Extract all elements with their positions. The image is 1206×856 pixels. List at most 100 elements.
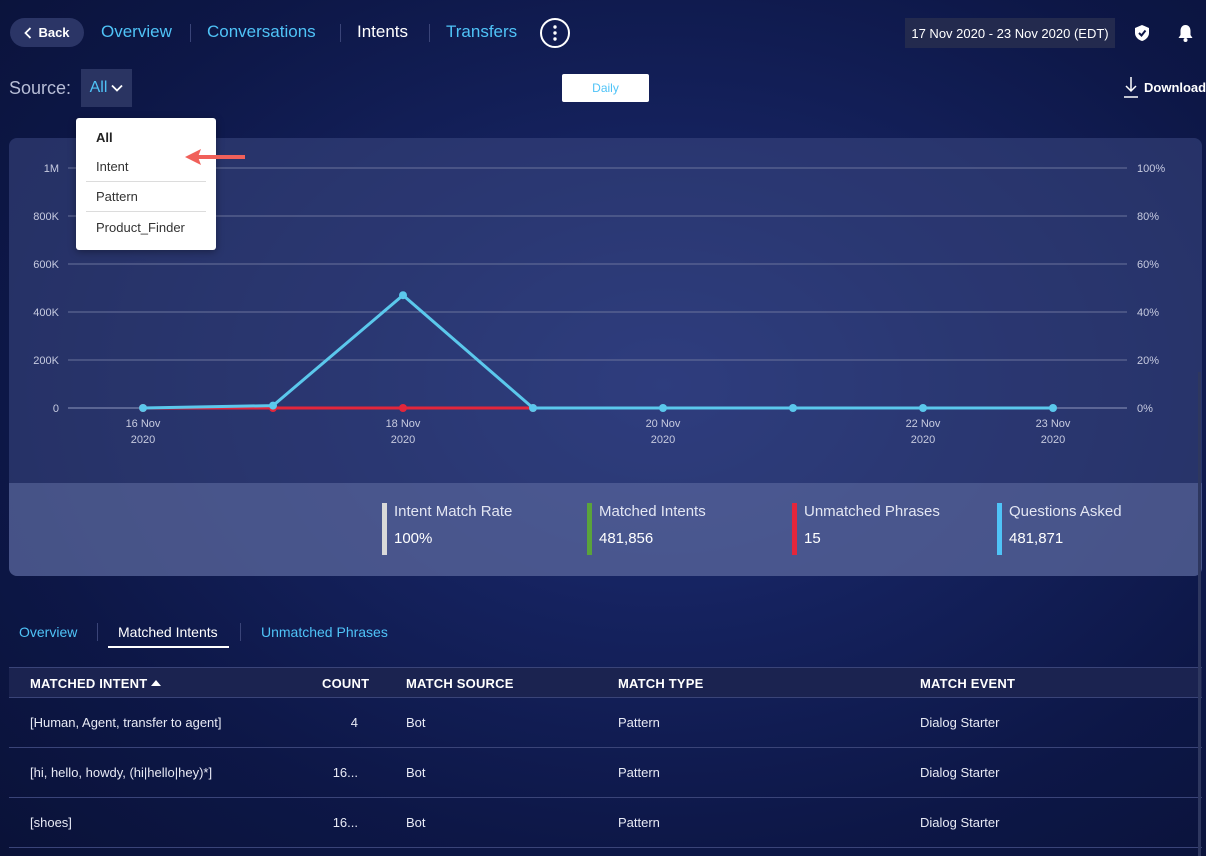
- data-point: [139, 404, 147, 412]
- stat-label: Matched Intents: [599, 503, 706, 520]
- subtab-matched-intents[interactable]: Matched Intents: [118, 624, 218, 640]
- table-row[interactable]: [hi, hello, howdy, (hi|hello|hey)*] 16..…: [9, 748, 1202, 798]
- source-dropdown-menu: All Intent Pattern Product_Finder: [76, 118, 216, 250]
- subtab-active-indicator: [108, 646, 229, 648]
- more-options-button[interactable]: [540, 18, 570, 48]
- cell-match-source: Bot: [406, 815, 426, 830]
- stat-value: 481,856: [599, 530, 654, 547]
- source-select-value: All: [89, 79, 108, 96]
- source-label: Source:: [9, 78, 72, 98]
- date-range-picker[interactable]: 17 Nov 2020 - 23 Nov 2020 (EDT): [905, 18, 1115, 48]
- vertical-ellipsis-icon: [553, 25, 557, 41]
- stat-label: Unmatched Phrases: [804, 503, 940, 520]
- y-tick-label-right: 60%: [1137, 259, 1159, 271]
- tab-transfers[interactable]: Transfers: [446, 22, 517, 42]
- column-header-match-type[interactable]: MATCH TYPE: [618, 676, 704, 691]
- y-tick-label-left: 400K: [33, 307, 59, 319]
- data-point: [399, 404, 407, 412]
- stat-unmatched-phrases: Unmatched Phrases 15: [792, 503, 940, 555]
- page-scrollbar[interactable]: [1198, 372, 1201, 856]
- column-header-count[interactable]: COUNT: [322, 676, 369, 691]
- cell-count: 4: [350, 715, 358, 730]
- cell-matched-intent: [Human, Agent, transfer to agent]: [30, 715, 222, 730]
- bell-icon[interactable]: [1177, 24, 1194, 42]
- cell-matched-intent: [hi, hello, howdy, (hi|hello|hey)*]: [30, 765, 213, 780]
- data-point: [789, 404, 797, 412]
- column-header-match-event[interactable]: MATCH EVENT: [920, 676, 1015, 691]
- x-tick-label: 2020: [911, 434, 935, 446]
- shield-icon[interactable]: [1133, 24, 1151, 42]
- x-tick-label: 16 Nov: [126, 418, 161, 430]
- data-point: [919, 404, 927, 412]
- nav-divider: [429, 24, 430, 42]
- cell-match-type: Pattern: [618, 815, 660, 830]
- download-icon: [1124, 77, 1138, 98]
- data-point: [529, 404, 537, 412]
- dropdown-option-pattern[interactable]: Pattern: [86, 182, 206, 212]
- cell-count: 16...: [332, 815, 358, 830]
- stat-color-bar: [792, 503, 797, 555]
- daily-toggle-button[interactable]: Daily: [562, 74, 649, 102]
- y-tick-label-left: 0: [53, 403, 59, 415]
- tab-intents[interactable]: Intents: [357, 22, 408, 42]
- cell-match-event: Dialog Starter: [920, 765, 1000, 780]
- cell-matched-intent: [shoes]: [30, 815, 72, 830]
- tab-overview[interactable]: Overview: [101, 22, 172, 42]
- x-tick-label: 2020: [131, 434, 155, 446]
- cell-match-type: Pattern: [618, 715, 660, 730]
- y-tick-label-left: 1M: [44, 163, 59, 175]
- cell-match-event: Dialog Starter: [920, 815, 1000, 830]
- stat-label: Questions Asked: [1009, 503, 1122, 520]
- data-point: [269, 401, 277, 410]
- table-row[interactable]: [shoes] 16... Bot Pattern Dialog Starter: [9, 798, 1202, 848]
- dropdown-option-product-finder[interactable]: Product_Finder: [86, 212, 206, 242]
- stat-intent-match-rate: Intent Match Rate 100%: [382, 503, 512, 555]
- stats-summary: Intent Match Rate 100% Matched Intents 4…: [9, 483, 1202, 576]
- stat-matched-intents: Matched Intents 481,856: [587, 503, 706, 555]
- stat-value: 481,871: [1009, 530, 1064, 547]
- nav-divider: [340, 24, 341, 42]
- matched-intents-table: MATCHED INTENT COUNT MATCH SOURCE MATCH …: [9, 667, 1202, 848]
- y-tick-label-right: 100%: [1137, 163, 1165, 175]
- y-tick-label-right: 40%: [1137, 307, 1159, 319]
- cell-match-source: Bot: [406, 715, 426, 730]
- x-tick-label: 2020: [1041, 434, 1065, 446]
- y-tick-label-right: 80%: [1137, 211, 1159, 223]
- subtab-divider: [240, 623, 241, 641]
- stat-value: 100%: [394, 530, 433, 547]
- stat-questions-asked: Questions Asked 481,871: [997, 503, 1122, 555]
- y-tick-label-left: 200K: [33, 355, 59, 367]
- subtab-unmatched-phrases[interactable]: Unmatched Phrases: [261, 624, 388, 640]
- source-select[interactable]: All: [81, 69, 132, 107]
- subtab-overview[interactable]: Overview: [19, 624, 77, 640]
- column-header-matched-intent[interactable]: MATCHED INTENT: [30, 676, 162, 691]
- x-tick-label: 18 Nov: [386, 418, 421, 430]
- sort-ascending-icon: [151, 680, 162, 686]
- column-header-match-source[interactable]: MATCH SOURCE: [406, 676, 514, 691]
- data-point: [1049, 404, 1057, 412]
- stat-color-bar: [587, 503, 592, 555]
- cell-match-type: Pattern: [618, 765, 660, 780]
- x-tick-label: 20 Nov: [646, 418, 681, 430]
- nav-divider: [190, 24, 191, 42]
- tab-conversations[interactable]: Conversations: [207, 22, 316, 42]
- data-point: [399, 291, 407, 300]
- annotation-arrow-icon: [185, 149, 245, 165]
- download-label: Download: [1144, 79, 1206, 95]
- stat-label: Intent Match Rate: [394, 503, 513, 520]
- download-button[interactable]: Download: [1124, 76, 1206, 98]
- cell-match-event: Dialog Starter: [920, 715, 1000, 730]
- chevron-down-icon: [111, 84, 124, 92]
- y-tick-label-left: 600K: [33, 259, 59, 271]
- top-nav-bar: Back Overview Conversations Intents Tran…: [0, 0, 1206, 66]
- x-tick-label: 23 Nov: [1036, 418, 1071, 430]
- subtab-divider: [97, 623, 98, 641]
- back-button-label: Back: [38, 25, 70, 40]
- back-button[interactable]: Back: [10, 18, 84, 47]
- cell-count: 16...: [332, 765, 358, 780]
- table-row[interactable]: [Human, Agent, transfer to agent] 4 Bot …: [9, 698, 1202, 748]
- y-tick-label-right: 20%: [1137, 355, 1159, 367]
- data-point: [659, 404, 667, 412]
- stat-color-bar: [997, 503, 1002, 555]
- y-tick-label-left: 800K: [33, 211, 59, 223]
